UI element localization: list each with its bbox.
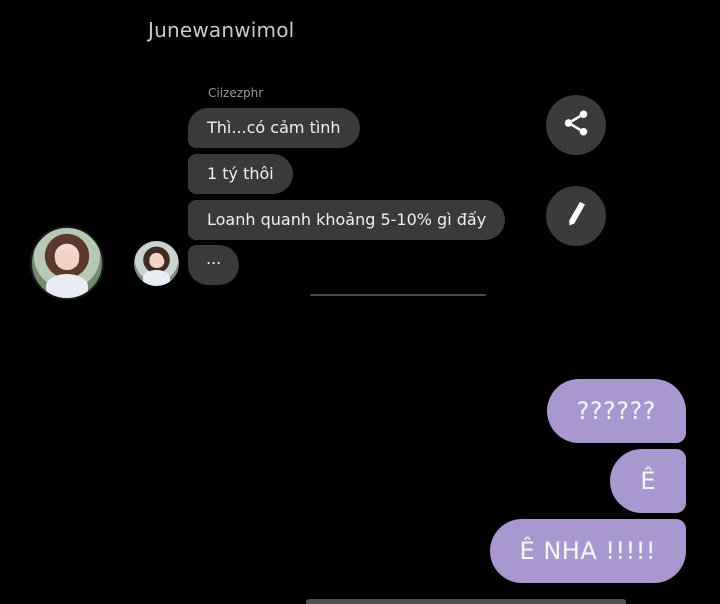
share-button[interactable] — [546, 95, 606, 155]
outgoing-message[interactable]: ?????? — [546, 379, 686, 443]
avatar-dress — [46, 273, 88, 298]
incoming-message[interactable]: Loanh quanh khoảng 5-10% gì đấy — [188, 200, 506, 240]
contact-name[interactable]: Junewanwimol — [148, 18, 294, 42]
sender-avatar[interactable] — [134, 241, 179, 286]
pencil-icon — [562, 200, 590, 232]
outgoing-message[interactable]: Ê — [610, 449, 686, 513]
avatar[interactable] — [30, 226, 104, 300]
avatar-face — [55, 249, 79, 270]
incoming-message-text: ... — [206, 249, 222, 268]
message-divider — [310, 294, 486, 296]
edit-button[interactable] — [546, 186, 606, 246]
bottom-sheet-edge — [306, 599, 626, 604]
incoming-message[interactable]: Thì...có cảm tình — [188, 108, 360, 148]
incoming-message[interactable]: 1 tý thôi — [188, 154, 293, 194]
sender-name: Ciizezphr — [208, 86, 264, 100]
incoming-message[interactable]: ... — [188, 245, 240, 285]
avatar-dress — [143, 270, 170, 286]
share-icon — [561, 108, 591, 142]
outgoing-message[interactable]: Ê NHA !!!!! — [489, 519, 686, 583]
avatar-face — [148, 254, 165, 268]
